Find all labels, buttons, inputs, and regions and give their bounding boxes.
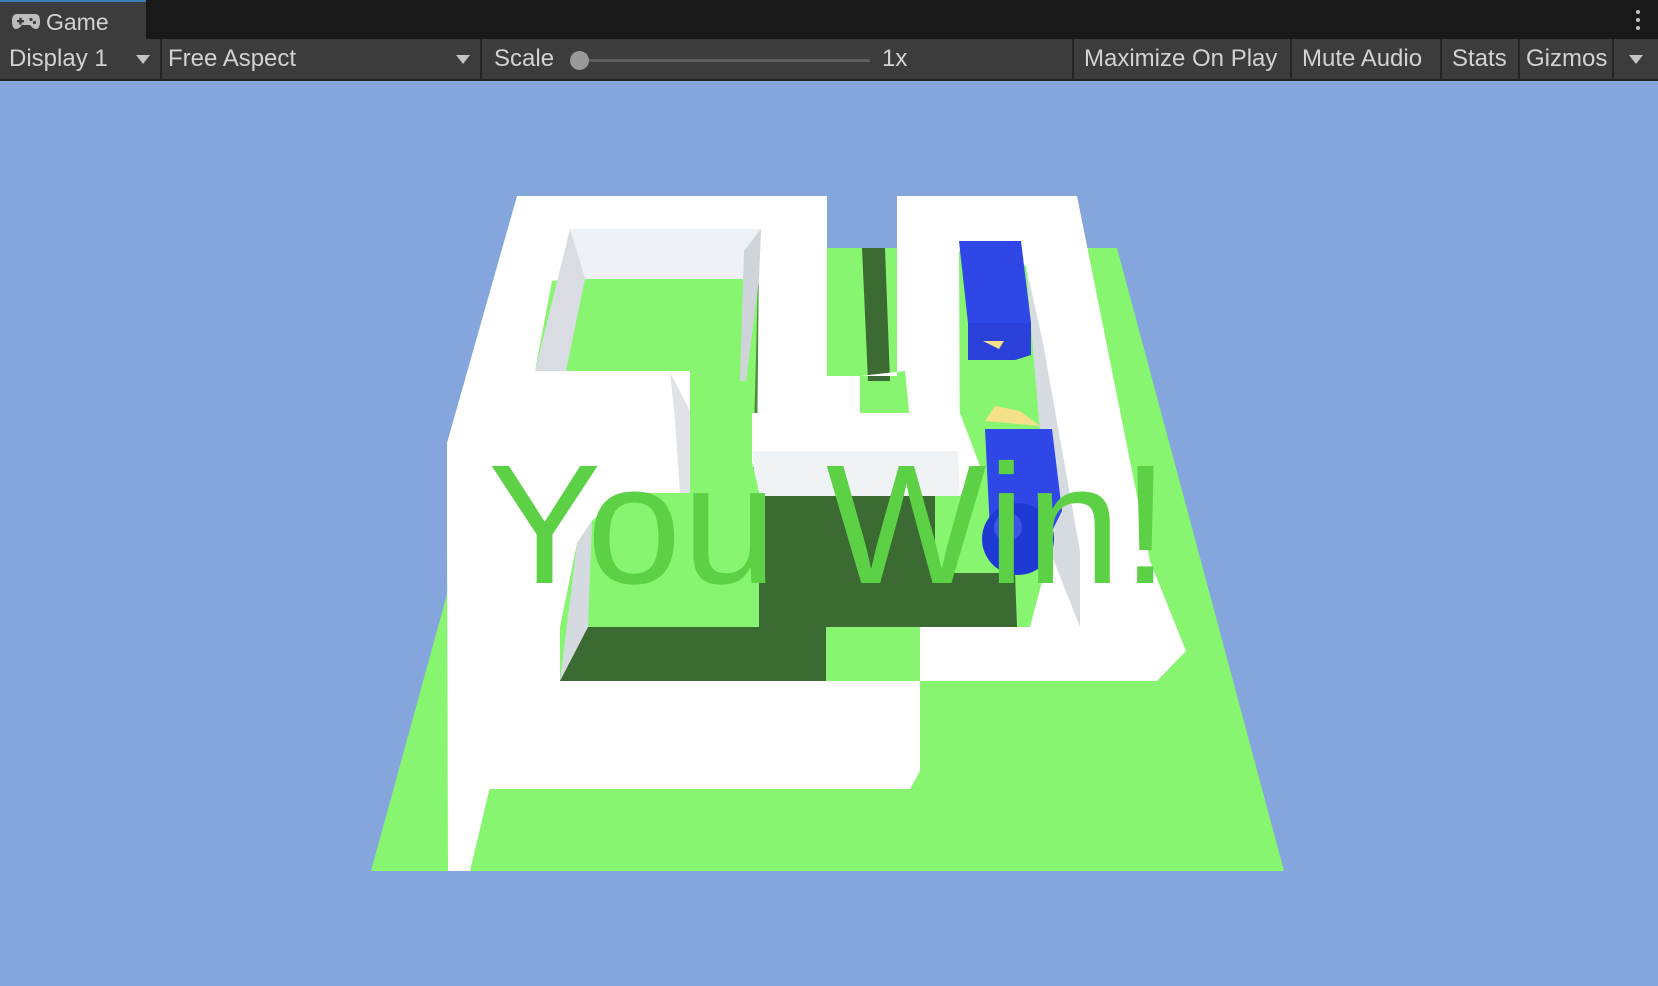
- win-message: You Win!: [487, 430, 1171, 620]
- mute-audio-toggle[interactable]: Mute Audio: [1292, 39, 1440, 79]
- tab-bar: Game: [0, 0, 1658, 39]
- chevron-down-icon: [456, 55, 470, 64]
- maze-wall-face: [570, 229, 761, 279]
- unity-game-window: Game Display 1 Free Aspect Scale 1x Maxi…: [0, 0, 1658, 986]
- scale-slider-track[interactable]: [576, 59, 870, 62]
- more-options-icon[interactable]: [1632, 6, 1644, 34]
- maximize-on-play-toggle[interactable]: Maximize On Play: [1074, 39, 1290, 79]
- blue-cube-top: [959, 241, 1031, 323]
- chevron-down-icon: [136, 55, 150, 64]
- game-viewport[interactable]: You Win!: [0, 81, 1658, 986]
- display-dropdown[interactable]: Display 1: [0, 39, 160, 79]
- aspect-dropdown[interactable]: Free Aspect: [162, 39, 480, 79]
- maze-wall: [448, 681, 920, 789]
- scale-value: 1x: [882, 45, 908, 72]
- divider: [480, 39, 482, 79]
- tab-title: Game: [46, 9, 109, 35]
- gizmos-toggle[interactable]: Gizmos: [1520, 39, 1612, 79]
- aspect-dropdown-label: Free Aspect: [168, 45, 297, 72]
- game-toolbar: Display 1 Free Aspect Scale 1x Maximize …: [0, 39, 1658, 81]
- scale-slider-thumb[interactable]: [570, 51, 589, 70]
- gizmos-dropdown[interactable]: [1614, 39, 1658, 79]
- tab-game[interactable]: Game: [0, 0, 146, 39]
- gamepad-icon: [12, 14, 40, 29]
- display-dropdown-label: Display 1: [9, 45, 108, 72]
- chevron-down-icon: [1629, 55, 1643, 64]
- stats-toggle[interactable]: Stats: [1442, 39, 1518, 79]
